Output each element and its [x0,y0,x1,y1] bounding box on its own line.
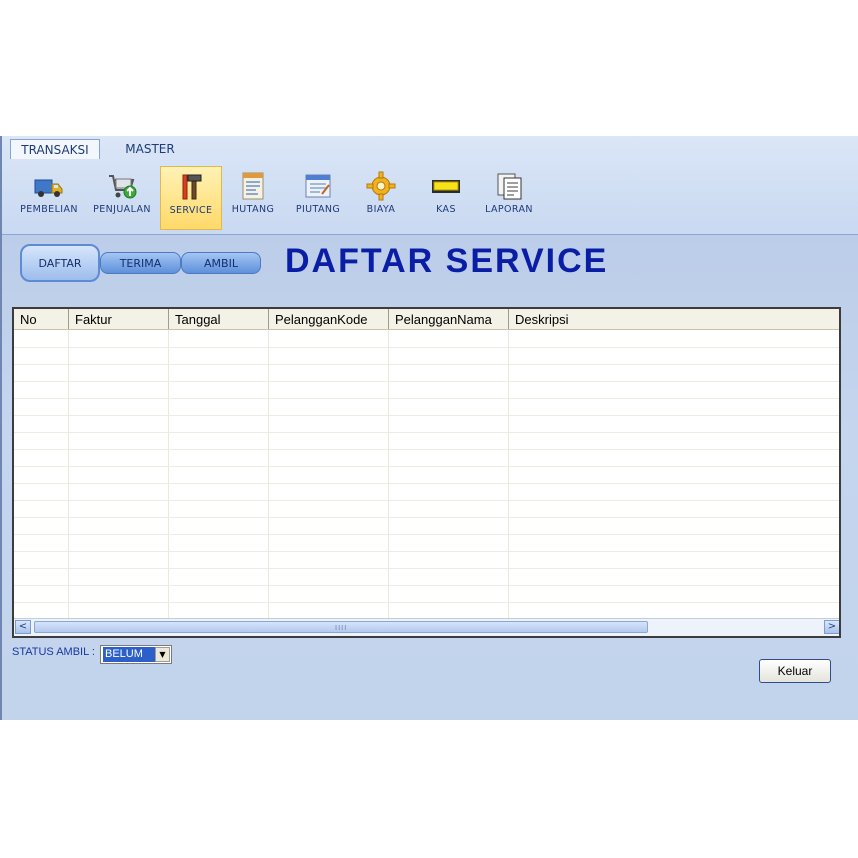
ribbon-button-label: PEMBELIAN [20,204,78,215]
table-row-line [14,466,839,467]
app-window: TRANSAKSI MASTER PEMBELIAN PENJUALAN SER… [0,136,858,720]
table-row-line [14,500,839,501]
table-row-line [14,364,839,365]
table-row-line [14,517,839,518]
ribbon-button-label: HUTANG [231,204,275,215]
scroll-thumb[interactable]: IIII [34,621,648,633]
table-row-line [14,415,839,416]
content-pane: DAFTAR TERIMA AMBIL DAFTAR SERVICE No Fa… [2,235,858,720]
scroll-grip: IIII [335,624,348,632]
ribbon-button-penjualan[interactable]: PENJUALAN [87,166,157,230]
table-row-line [14,602,839,603]
grid-column-line [68,330,69,618]
ribbon-button-laporan[interactable]: LAPORAN [478,166,540,230]
status-ambil-value: BELUM [103,647,155,662]
column-header-tanggal[interactable]: Tanggal [169,309,269,329]
terima-button[interactable]: TERIMA [100,252,181,274]
table-row-line [14,568,839,569]
ribbon: TRANSAKSI MASTER PEMBELIAN PENJUALAN SER… [2,136,858,235]
ribbon-button-label: PIUTANG [295,204,341,215]
grid-header: No Faktur Tanggal PelangganKode Pelangga… [14,309,839,330]
ambil-button[interactable]: AMBIL [181,252,261,274]
status-ambil-select[interactable]: BELUM ▼ [100,645,172,664]
scroll-right-button[interactable]: > [824,620,839,634]
scroll-left-button[interactable]: < [15,620,31,634]
column-header-pelanggan-nama[interactable]: PelangganNama [389,309,509,329]
column-header-faktur[interactable]: Faktur [69,309,169,329]
page-title: DAFTAR SERVICE [285,242,609,280]
grid-column-line [168,330,169,618]
ribbon-button-label: KAS [436,204,456,215]
ribbon-button-kas[interactable]: KAS [422,166,470,230]
ribbon-button-hutang[interactable]: HUTANG [226,166,280,230]
ribbon-button-label: BIAYA [366,204,396,215]
ribbon-button-biaya[interactable]: BIAYA [358,166,404,230]
tools-icon [182,174,202,200]
ribbon-button-service[interactable]: SERVICE [160,166,222,230]
table-row-line [14,398,839,399]
table-row-line [14,551,839,552]
horizontal-scrollbar[interactable]: < IIII > [14,618,839,636]
table-row-line [14,381,839,382]
table-row-line [14,432,839,433]
table-row-line [14,449,839,450]
service-grid[interactable]: No Faktur Tanggal PelangganKode Pelangga… [12,307,841,638]
table-row-line [14,483,839,484]
ribbon-button-piutang[interactable]: PIUTANG [288,166,348,230]
tab-transaksi[interactable]: TRANSAKSI [10,139,100,159]
gear-icon [366,171,396,201]
daftar-button[interactable]: DAFTAR [20,244,100,282]
table-row-line [14,585,839,586]
tab-master[interactable]: MASTER [114,139,186,159]
cash-icon [432,180,460,193]
ribbon-button-pembelian[interactable]: PEMBELIAN [15,166,83,230]
grid-column-line [268,330,269,618]
grid-column-line [508,330,509,618]
truck-icon [34,179,63,197]
ledger-icon [242,172,264,200]
ribbon-button-label: SERVICE [169,205,213,216]
shopping-cart-icon [109,175,137,199]
keluar-button[interactable]: Keluar [759,659,831,683]
ribbon-button-label: LAPORAN [485,204,533,215]
status-ambil-label: STATUS AMBIL : [12,646,95,658]
invoice-icon [305,174,331,198]
column-header-pelanggan-kode[interactable]: PelangganKode [269,309,389,329]
column-header-no[interactable]: No [14,309,69,329]
ribbon-button-label: PENJUALAN [93,204,151,215]
chevron-down-icon[interactable]: ▼ [155,647,170,662]
grid-column-line [388,330,389,618]
table-row-line [14,534,839,535]
report-icon [497,173,522,200]
table-row-line [14,347,839,348]
column-header-deskripsi[interactable]: Deskripsi [509,309,839,329]
